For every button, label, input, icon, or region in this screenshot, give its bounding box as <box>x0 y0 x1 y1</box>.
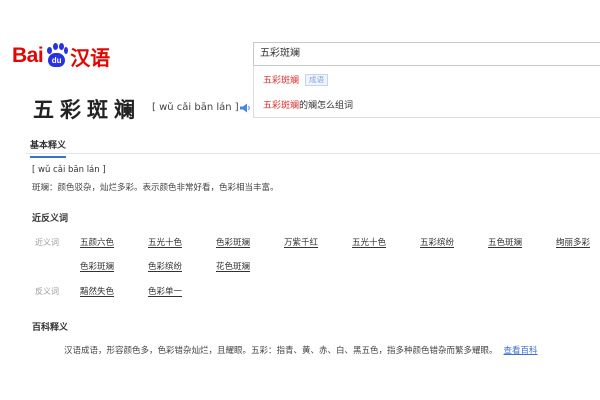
synonym-link[interactable]: 色彩斑斓 <box>216 236 250 248</box>
word-title: 五彩斑斓 <box>33 98 141 122</box>
suggestion-item[interactable]: 五彩斑斓的斓怎么组词 <box>263 98 353 111</box>
tab-basic-definition[interactable]: 基本释义 <box>30 138 67 158</box>
view-baike-link[interactable]: 查看百科 <box>504 346 538 356</box>
suggestion-highlight: 五彩斑斓 <box>263 76 300 86</box>
synonym-label: 近义词 <box>35 238 59 247</box>
synonym-link[interactable]: 花色斑斓 <box>216 260 250 272</box>
baike-text: 汉语成语，形容颜色多，色彩错杂灿烂，且耀眼。五彩：指青、黄、赤、白、黑五色，指多… <box>64 346 498 356</box>
paw-icon: du <box>44 43 69 69</box>
suggestion-highlight: 五彩斑斓 <box>263 101 300 111</box>
word-pinyin: [ wǔ cǎi bān lán ] <box>152 102 239 113</box>
synonym-link[interactable]: 色彩缤纷 <box>148 260 182 272</box>
baidu-hanyu-logo[interactable]: Bai du 汉语 <box>12 38 110 74</box>
synonym-link[interactable]: 万紫千红 <box>284 236 318 248</box>
paw-toe <box>64 47 69 54</box>
logo-bai-text: Bai <box>12 44 44 67</box>
paw-toe <box>53 43 59 50</box>
page: Bai du 汉语 五彩斑斓 五彩斑斓 成语 五彩斑斓的斓怎么组词 五彩斑斓 [ … <box>0 0 600 360</box>
synonym-link[interactable]: 五光十色 <box>148 236 182 248</box>
synonyms-section-title: 近反义词 <box>32 214 69 224</box>
logo-product-text: 汉语 <box>70 45 111 70</box>
basic-pinyin: [ wǔ cǎi bān lán ] <box>32 165 106 175</box>
basic-definition: 斑斓：颜色驳杂，灿烂多彩。表示颜色非常好看，色彩相当丰富。 <box>32 183 279 193</box>
antonym-link[interactable]: 色彩单一 <box>148 285 182 297</box>
suggestion-item[interactable]: 五彩斑斓 成语 <box>263 73 329 86</box>
synonym-link[interactable]: 五光十色 <box>352 236 386 248</box>
antonym-link[interactable]: 黯然失色 <box>80 285 114 297</box>
speaker-icon[interactable] <box>240 103 252 113</box>
tab-divider <box>26 153 600 154</box>
synonym-link[interactable]: 五色斑斓 <box>488 236 522 248</box>
synonym-link[interactable]: 绚丽多彩 <box>556 236 590 248</box>
synonym-link[interactable]: 五彩缤纷 <box>420 236 454 248</box>
baike-definition: 汉语成语，形容颜色多，色彩错杂灿烂，且耀眼。五彩：指青、黄、赤、白、黑五色，指多… <box>64 344 538 356</box>
antonym-label: 反义词 <box>35 287 59 296</box>
suggestion-rest: 的斓怎么组词 <box>299 101 354 111</box>
baike-section-title: 百科释义 <box>32 323 69 333</box>
search-input[interactable]: 五彩斑斓 <box>253 42 600 66</box>
suggestion-tag: 成语 <box>305 74 329 86</box>
search-suggestions: 五彩斑斓 成语 五彩斑斓的斓怎么组词 <box>253 66 600 118</box>
synonym-link[interactable]: 色彩斑斓 <box>80 260 114 272</box>
paw-pad-text: du <box>48 53 66 67</box>
bottom-white-area <box>0 360 600 400</box>
synonym-link[interactable]: 五颜六色 <box>80 236 114 248</box>
